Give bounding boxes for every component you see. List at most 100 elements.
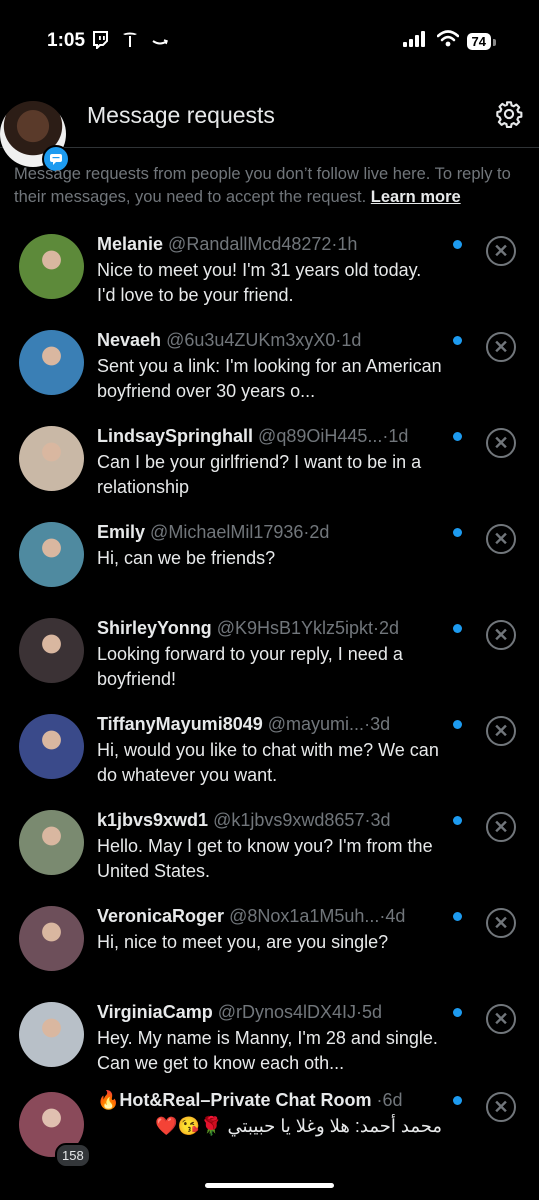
timestamp: 3d	[370, 714, 391, 734]
sender-name: k1jbvs9xwd1	[97, 810, 209, 830]
avatar[interactable]	[19, 426, 84, 491]
message-preview: Hello. May I get to know you? I'm from t…	[97, 836, 433, 881]
wifi-icon	[436, 30, 459, 52]
sender-line: VirginiaCamp @rDynos4lDX4IJ·5d	[97, 1002, 447, 1023]
sender-name: LindsaySpringhall	[97, 426, 254, 446]
message-preview: Hi, nice to meet you, are you single?	[97, 932, 389, 952]
sender-name: Melanie	[97, 234, 164, 254]
unread-dot-icon	[453, 1096, 462, 1105]
unread-dot-icon	[453, 912, 462, 921]
page-title: Message requests	[87, 102, 275, 128]
sender-name: ShirleyYonng	[97, 618, 212, 638]
status-bar: 1:05 74	[0, 0, 539, 80]
sender-handle: @RandallMcd48272	[168, 234, 332, 254]
list-item[interactable]: TiffanyMayumi8049 @mayumi...·3d Hi, would…	[0, 702, 539, 798]
avatar[interactable]	[19, 234, 84, 299]
sender-handle: @6u3u4ZUKm3xyX0	[166, 330, 336, 350]
avatar[interactable]	[19, 618, 84, 683]
twitch-icon	[90, 30, 110, 50]
avatar[interactable]	[19, 1002, 84, 1067]
sender-line: ShirleyYonng @K9HsB1Yklz5ipkt·2d	[97, 618, 447, 639]
timestamp: 3d	[370, 810, 391, 830]
amazon-icon	[150, 30, 170, 50]
status-right-icons: 74	[402, 30, 497, 52]
sender-handle: @MichaelMil17936	[150, 522, 304, 542]
sender-line: VeronicaRoger @8Nox1a1M5uh...·4d	[97, 906, 447, 927]
list-item[interactable]: ShirleyYonng @K9HsB1Yklz5ipkt·2d Looking …	[0, 606, 539, 702]
avatar[interactable]	[19, 810, 84, 875]
unread-dot-icon	[453, 528, 462, 537]
message-preview: Can I be your girlfriend? I want to be i…	[97, 452, 422, 497]
home-indicator[interactable]	[205, 1183, 334, 1188]
timestamp: 1d	[388, 426, 409, 446]
unread-dot-icon	[453, 624, 462, 633]
sender-line: TiffanyMayumi8049 @mayumi...·3d	[97, 714, 447, 735]
timestamp: 1h	[337, 234, 358, 254]
unread-dot-icon	[453, 432, 462, 441]
close-circle-icon[interactable]: ✕	[486, 1004, 516, 1034]
battery-icon: 74	[466, 32, 497, 50]
message-preview: محمد أحمد: هلا وغلا يا حبيبتي 🌹😘❤️	[155, 1116, 442, 1136]
close-circle-icon[interactable]: ✕	[486, 524, 516, 554]
member-count-badge: 158	[55, 1143, 91, 1168]
sender-line: Melanie @RandallMcd48272·1h	[97, 234, 447, 255]
unread-dot-icon	[453, 816, 462, 825]
timestamp: 2d	[309, 522, 330, 542]
avatar[interactable]	[19, 906, 84, 971]
group-name-line: 🔥Hot&Real–Private Chat Room ·6d	[97, 1090, 447, 1111]
sender-handle: @8Nox1a1M5uh...	[229, 906, 380, 926]
avatar[interactable]	[19, 522, 84, 587]
sender-name: VeronicaRoger	[97, 906, 225, 926]
avatar[interactable]	[19, 330, 84, 395]
sender-name: VirginiaCamp	[97, 1002, 213, 1022]
close-circle-icon[interactable]: ✕	[486, 1092, 516, 1122]
list-item-group[interactable]: 158 🔥Hot&Real–Private Chat Room ·6d محمد أ…	[0, 1086, 539, 1182]
cellular-signal-icon	[402, 30, 429, 52]
close-circle-icon[interactable]: ✕	[486, 332, 516, 362]
learn-more-link[interactable]: Learn more	[371, 188, 461, 206]
tesla-icon	[120, 30, 140, 50]
unread-dot-icon	[453, 336, 462, 345]
message-preview: Nice to meet you! I'm 31 years old today…	[97, 260, 422, 305]
list-item[interactable]: k1jbvs9xwd1 @k1jbvs9xwd8657·3d Hello. May…	[0, 798, 539, 894]
close-circle-icon[interactable]: ✕	[486, 236, 516, 266]
close-circle-icon[interactable]: ✕	[486, 716, 516, 746]
list-item[interactable]: LindsaySpringhall @q89OiH445...·1d Can I …	[0, 414, 539, 510]
status-time: 1:05	[47, 30, 86, 51]
unread-dot-icon	[453, 240, 462, 249]
sender-line: Nevaeh @6u3u4ZUKm3xyX0·1d	[97, 330, 447, 351]
sender-handle: @k1jbvs9xwd8657	[213, 810, 365, 830]
avatar[interactable]	[19, 714, 84, 779]
list-item[interactable]: Nevaeh @6u3u4ZUKm3xyX0·1d Sent you a link…	[0, 318, 539, 414]
sender-line: LindsaySpringhall @q89OiH445...·1d	[97, 426, 447, 447]
list-item[interactable]: Emily @MichaelMil17936·2d Hi, can we be f…	[0, 510, 539, 606]
close-circle-icon[interactable]: ✕	[486, 812, 516, 842]
list-item[interactable]: VeronicaRoger @8Nox1a1M5uh...·4d Hi, nice…	[0, 894, 539, 990]
list-item[interactable]: Melanie @RandallMcd48272·1h Nice to meet …	[0, 222, 539, 318]
timestamp: 5d	[362, 1002, 383, 1022]
sender-line: Emily @MichaelMil17936·2d	[97, 522, 447, 543]
sender-name: TiffanyMayumi8049	[97, 714, 263, 734]
message-preview: Hi, can we be friends?	[97, 548, 276, 568]
group-name: 🔥Hot&Real–Private Chat Room	[97, 1090, 372, 1110]
timestamp: 4d	[385, 906, 406, 926]
sender-handle: @mayumi...	[267, 714, 365, 734]
sender-handle: @q89OiH445...	[258, 426, 383, 446]
intro-text: Message requests from people you don’t f…	[14, 163, 529, 209]
message-preview: Hey. My name is Manny, I'm 28 and single…	[97, 1028, 438, 1073]
close-circle-icon[interactable]: ✕	[486, 908, 516, 938]
unread-dot-icon	[453, 720, 462, 729]
gear-icon[interactable]	[495, 100, 523, 129]
sender-line: k1jbvs9xwd1 @k1jbvs9xwd8657·3d	[97, 810, 447, 831]
timestamp: 2d	[379, 618, 400, 638]
sender-name: Emily	[97, 522, 146, 542]
list-item[interactable]: VirginiaCamp @rDynos4lDX4IJ·5d Hey. My na…	[0, 990, 539, 1086]
sender-name: Nevaeh	[97, 330, 162, 350]
timestamp: 1d	[341, 330, 362, 350]
message-preview: Sent you a link: I'm looking for an Amer…	[97, 356, 442, 401]
sender-handle: @rDynos4lDX4IJ	[217, 1002, 357, 1022]
timestamp: 6d	[382, 1090, 403, 1110]
unread-dot-icon	[453, 1008, 462, 1017]
close-circle-icon[interactable]: ✕	[486, 620, 516, 650]
close-circle-icon[interactable]: ✕	[486, 428, 516, 458]
